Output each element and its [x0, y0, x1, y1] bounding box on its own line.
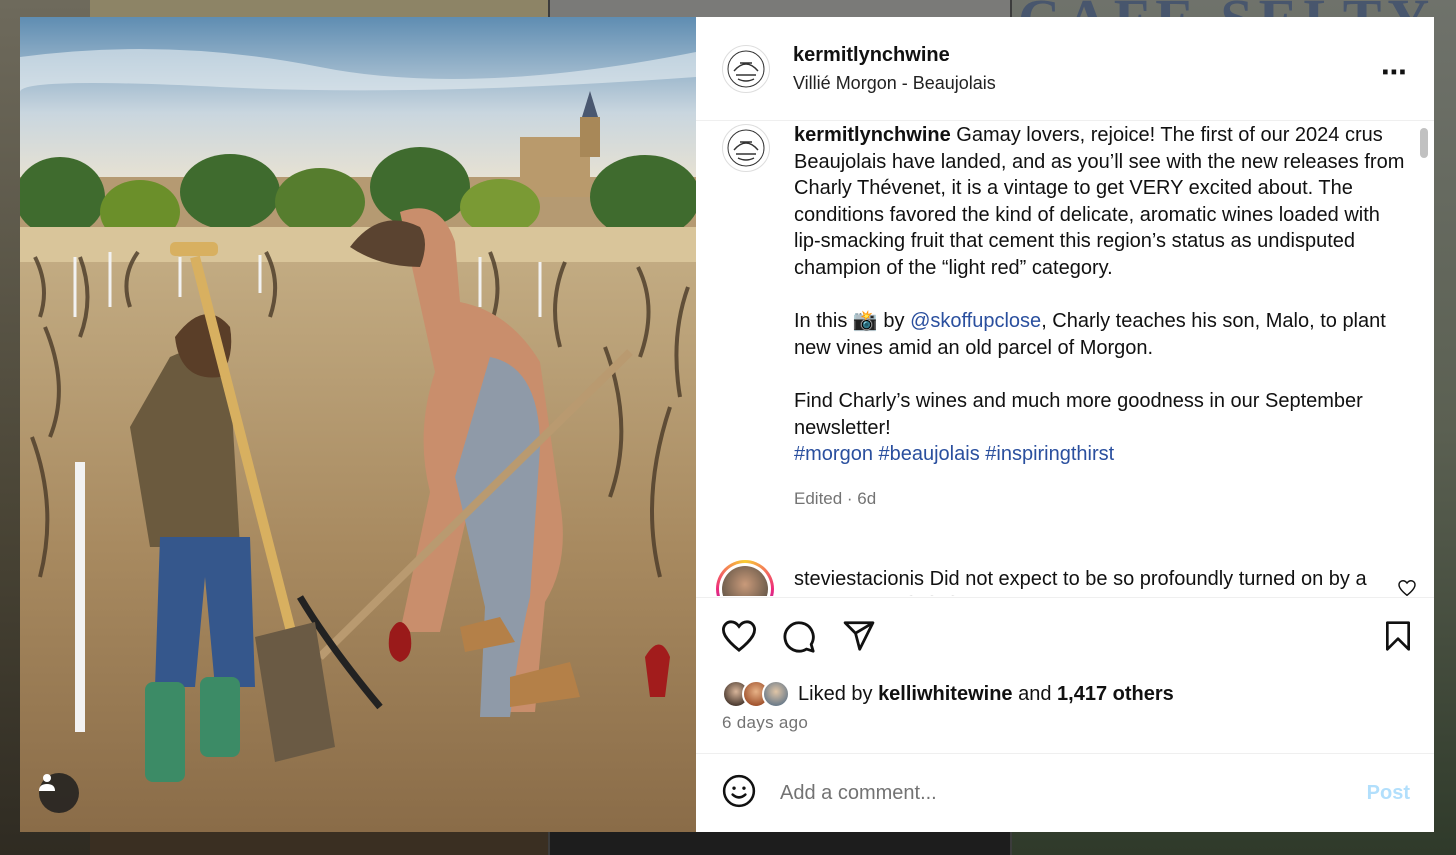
caption-avatar[interactable]	[722, 124, 770, 172]
post-comment-button[interactable]: Post	[1367, 782, 1410, 805]
background-tile-bottom-2	[550, 832, 1010, 855]
comments-scrollbar[interactable]	[1420, 128, 1428, 158]
hashtag-link[interactable]: #beaujolais	[879, 443, 980, 465]
vineyard-photo	[20, 17, 696, 832]
hashtag-link[interactable]: #inspiringthirst	[985, 443, 1114, 465]
comment-button[interactable]	[782, 620, 816, 659]
post-header: kermitlynchwine Villié Morgon - Beaujola…	[696, 17, 1434, 121]
post-actions: Liked by kelliwhitewine and 1,417 others…	[696, 597, 1434, 753]
liker-avatar[interactable]	[762, 680, 790, 708]
background-tile-top-2	[550, 0, 1010, 18]
liker-avatars	[722, 680, 790, 708]
profile-avatar[interactable]	[722, 44, 770, 93]
likes-others-link[interactable]: 1,417 others	[1057, 683, 1174, 705]
post-modal: kermitlynchwine Villié Morgon - Beaujola…	[20, 17, 1434, 832]
like-button[interactable]	[721, 620, 757, 657]
user-icon	[39, 774, 55, 791]
bookmark-icon	[1386, 621, 1410, 651]
post-caption: kermitlynchwine Gamay lovers, rejoice! T…	[794, 122, 1412, 512]
hashtag-link[interactable]: #morgon	[794, 443, 873, 465]
heart-icon	[721, 620, 757, 652]
add-comment-bar: Post	[696, 753, 1434, 832]
comments-section[interactable]: kermitlynchwine Gamay lovers, rejoice! T…	[696, 122, 1434, 596]
likes-summary: Liked by kelliwhitewine and 1,417 others	[722, 680, 1174, 708]
caption-p2-prefix: In this 📸 by	[794, 310, 911, 333]
caption-username[interactable]: kermitlynchwine	[794, 124, 951, 146]
kermit-lynch-logo-icon	[727, 129, 765, 167]
emoji-button[interactable]	[722, 774, 756, 813]
smiley-icon	[722, 774, 756, 807]
background-tile-bottom	[90, 832, 548, 855]
tagged-users-button[interactable]	[39, 773, 79, 813]
post-timestamp[interactable]: 6 days ago	[722, 713, 808, 733]
share-button[interactable]	[842, 620, 876, 657]
comment-like-button[interactable]	[1398, 579, 1416, 596]
caption-meta: Edited · 6d	[794, 488, 877, 508]
post-username[interactable]: kermitlynchwine	[793, 44, 996, 67]
comment-bubble-icon	[783, 621, 815, 653]
background-tile-top	[90, 0, 548, 18]
post-sidebar: kermitlynchwine Villié Morgon - Beaujola…	[696, 17, 1434, 832]
caption-paragraph-3: Find Charly’s wines and much more goodne…	[794, 389, 1363, 439]
post-location[interactable]: Villié Morgon - Beaujolais	[793, 73, 996, 94]
commenter-username[interactable]: steviestacionis	[794, 568, 924, 590]
comment-input[interactable]	[780, 781, 1320, 805]
mention-link[interactable]: @skoffupclose	[910, 310, 1041, 332]
caption-paragraph-1: Gamay lovers, rejoice! The first of our …	[794, 124, 1405, 279]
paper-plane-icon	[843, 621, 875, 651]
liker-username[interactable]: kelliwhitewine	[878, 683, 1012, 705]
kermit-lynch-logo-icon	[727, 50, 765, 87]
more-options-icon[interactable]: ⋯	[1381, 57, 1408, 88]
heart-icon	[1398, 579, 1416, 596]
save-button[interactable]	[1384, 620, 1412, 657]
commenter-avatar[interactable]	[716, 560, 774, 596]
likes-middle: and	[1012, 682, 1058, 705]
likes-prefix: Liked by	[798, 682, 879, 705]
post-photo[interactable]	[20, 17, 696, 832]
